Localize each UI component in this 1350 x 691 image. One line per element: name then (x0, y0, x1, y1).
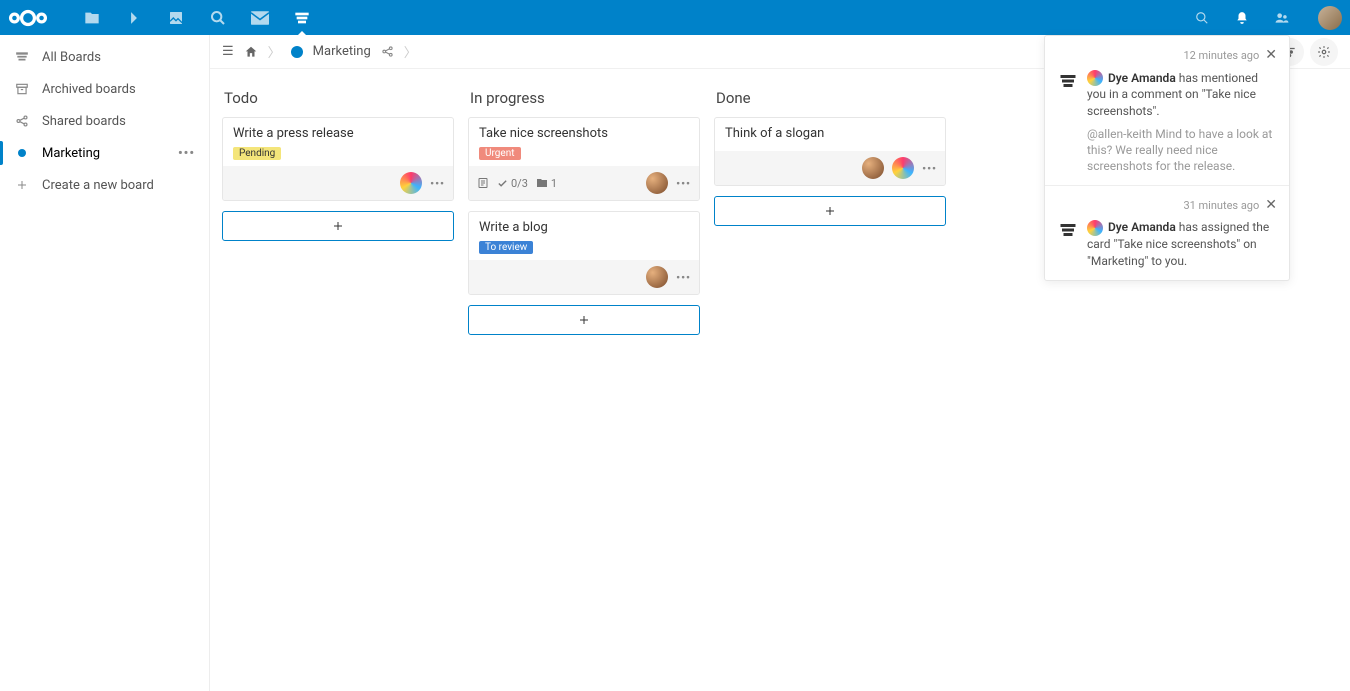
topbar (0, 0, 1350, 35)
notifications-popover: 12 minutes ago ✕ Dye Amanda has mentione… (1044, 35, 1290, 281)
card-tag: Pending (233, 147, 281, 160)
dismiss-notification-icon[interactable]: ✕ (1265, 196, 1277, 216)
notification-time: 12 minutes ago (1183, 48, 1259, 63)
main: ☰ 〉 Marketing 〉 Todo Write a p (210, 35, 1350, 691)
sidebar-item-archived[interactable]: Archived boards (0, 73, 209, 105)
gallery-icon[interactable] (166, 8, 186, 28)
notification-item[interactable]: 31 minutes ago ✕ Dye Amanda has assigned… (1045, 186, 1289, 280)
add-card-button[interactable] (714, 196, 946, 226)
activity-icon[interactable] (124, 8, 144, 28)
assignee-avatar (862, 157, 884, 179)
assignee-avatar (400, 172, 422, 194)
share-icon[interactable] (381, 45, 394, 58)
sidebar-item-label: Archived boards (42, 82, 136, 97)
mail-icon[interactable] (250, 8, 270, 28)
search-app-icon[interactable] (208, 8, 228, 28)
notification-extra: @allen-keith Mind to have a look at this… (1087, 126, 1277, 175)
notification-time: 31 minutes ago (1183, 198, 1259, 213)
card-tag: To review (479, 241, 533, 254)
board-name: Marketing (313, 44, 371, 59)
notification-text: Dye Amanda has assigned the card "Take n… (1087, 219, 1277, 269)
assignee-avatar (646, 172, 668, 194)
sidebar-item-create-board[interactable]: Create a new board (0, 169, 209, 201)
add-card-button[interactable] (222, 211, 454, 241)
sidebar-item-label: Create a new board (42, 178, 154, 193)
dismiss-notification-icon[interactable]: ✕ (1265, 46, 1277, 66)
attachment-icon: 1 (536, 177, 557, 190)
board-color-dot (14, 145, 30, 161)
card[interactable]: Write a press release Pending ••• (222, 117, 454, 201)
deck-icon[interactable] (292, 8, 312, 28)
notification-item[interactable]: 12 minutes ago ✕ Dye Amanda has mentione… (1045, 36, 1289, 186)
sidebar-item-label: All Boards (42, 50, 101, 65)
archive-icon (14, 81, 30, 97)
card-tag: Urgent (479, 147, 521, 160)
column-in-progress: In progress Take nice screenshots Urgent… (468, 85, 700, 335)
search-icon[interactable] (1192, 8, 1212, 28)
deck-icon (1057, 221, 1079, 269)
sidebar: All Boards Archived boards Shared boards… (0, 35, 210, 691)
settings-button[interactable] (1310, 38, 1338, 66)
plus-icon (14, 177, 30, 193)
breadcrumb-separator: 〉 (268, 42, 281, 61)
actor-avatar (1087, 70, 1103, 86)
actor-avatar (1087, 220, 1103, 236)
deck-icon (1057, 72, 1079, 175)
column-title: Done (714, 85, 946, 117)
share-icon (14, 113, 30, 129)
deck-icon (14, 49, 30, 65)
card[interactable]: Write a blog To review ••• (468, 211, 700, 295)
card-menu-icon[interactable]: ••• (676, 177, 691, 190)
board-color-dot (291, 46, 303, 58)
toggle-sidebar-icon[interactable]: ☰ (222, 44, 234, 59)
home-icon[interactable] (244, 45, 258, 59)
card-menu-icon[interactable]: ••• (922, 162, 937, 175)
card[interactable]: Take nice screenshots Urgent 0/3 1 ••• (468, 117, 700, 201)
add-card-button[interactable] (468, 305, 700, 335)
notification-text: Dye Amanda has mentioned you in a commen… (1087, 70, 1277, 175)
sidebar-item-all-boards[interactable]: All Boards (0, 41, 209, 73)
card-title: Write a blog (479, 220, 689, 235)
description-icon (477, 177, 489, 189)
app-logo[interactable] (8, 8, 48, 28)
notifications-icon[interactable] (1232, 8, 1252, 28)
user-avatar[interactable] (1318, 6, 1342, 30)
assignee-avatar (646, 266, 668, 288)
assignee-avatar (892, 157, 914, 179)
card-menu-icon[interactable]: ••• (676, 271, 691, 284)
sidebar-item-label: Marketing (42, 146, 100, 161)
column-title: In progress (468, 85, 700, 117)
sidebar-item-marketing[interactable]: Marketing ••• (0, 137, 209, 169)
files-icon[interactable] (82, 8, 102, 28)
board-menu-icon[interactable]: ••• (178, 146, 195, 161)
card-title: Write a press release (233, 126, 443, 141)
card-menu-icon[interactable]: ••• (430, 177, 445, 190)
card-title: Take nice screenshots (479, 126, 689, 141)
contacts-icon[interactable] (1272, 8, 1292, 28)
card[interactable]: Think of a slogan ••• (714, 117, 946, 186)
sidebar-item-shared[interactable]: Shared boards (0, 105, 209, 137)
breadcrumb-separator: 〉 (404, 42, 417, 61)
column-title: Todo (222, 85, 454, 117)
card-title: Think of a slogan (725, 126, 935, 141)
sidebar-item-label: Shared boards (42, 114, 126, 129)
column-todo: Todo Write a press release Pending ••• (222, 85, 454, 241)
checklist-icon: 0/3 (497, 177, 528, 190)
column-done: Done Think of a slogan ••• (714, 85, 946, 226)
